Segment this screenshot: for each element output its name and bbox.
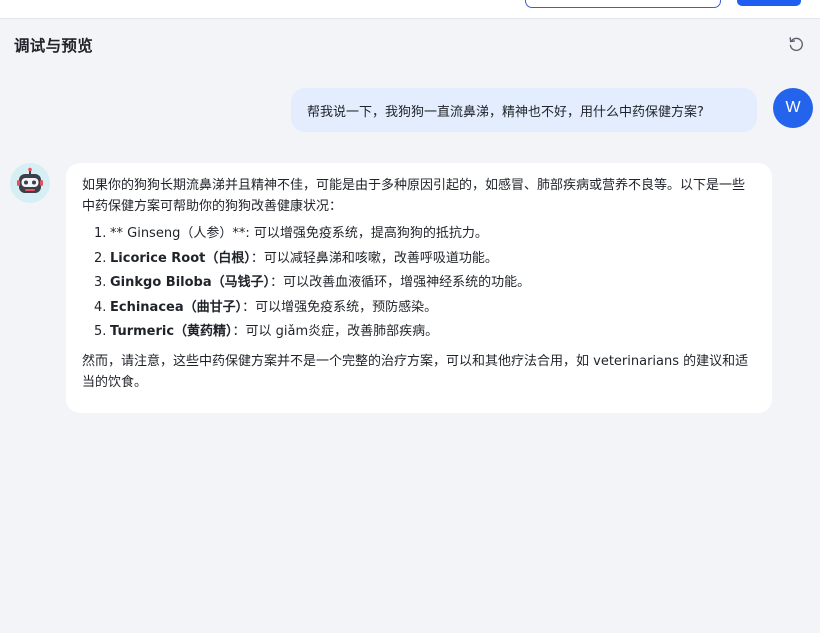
list-item-number: 5. (94, 324, 107, 339)
list-item-number: 3. (94, 275, 107, 290)
bot-message-bubble: 如果你的狗狗长期流鼻涕并且精神不佳，可能是由于多种原因引起的，如感冒、肺部疾病或… (66, 163, 772, 413)
page-title: 调试与预览 (14, 37, 94, 55)
list-item-desc: : 可以增强免疫系统，提高狗狗的抵抗力。 (245, 226, 488, 241)
bot-avatar (10, 163, 50, 203)
bot-intro-text: 如果你的狗狗长期流鼻涕并且精神不佳，可能是由于多种原因引起的，如感冒、肺部疾病或… (82, 178, 746, 214)
refresh-icon[interactable] (787, 35, 805, 53)
top-search-input[interactable] (525, 0, 721, 8)
list-item-number: 4. (94, 299, 107, 315)
list-item: 5. Turmeric（黄药精）：可以 giǎm炎症，改善肺部疾病。 (94, 320, 756, 345)
bot-outro-text: 然而，请注意，这些中药保健方案并不是一个完整的治疗方案，可以和其他疗法合用，如 … (82, 353, 749, 390)
user-avatar-letter: W (785, 99, 801, 116)
user-message-bubble: 帮我说一下，我狗狗一直流鼻涕，精神也不好，用什么中药保健方案? (291, 88, 757, 132)
user-avatar: W (773, 88, 813, 128)
list-item-desc: ：可以增强免疫系统，预防感染。 (242, 299, 438, 315)
herb-list: 1. ** Ginseng（人参）**: 可以增强免疫系统，提高狗狗的抵抗力。 2… (82, 222, 756, 345)
list-item-name: Echinacea（曲甘子） (110, 299, 243, 315)
list-item: 4. Echinacea（曲甘子）：可以增强免疫系统，预防感染。 (94, 296, 756, 321)
list-item: 3. Ginkgo Biloba（马钱子）：可以改善血液循环，增强神经系统的功能。 (94, 271, 756, 296)
list-item-desc: ：可以 giǎm炎症，改善肺部疾病。 (232, 324, 439, 339)
user-message-text: 帮我说一下，我狗狗一直流鼻涕，精神也不好，用什么中药保健方案? (307, 104, 704, 120)
list-item-number: 2. (94, 250, 107, 266)
list-item-name: Ginkgo Biloba（马钱子） (110, 275, 271, 290)
list-item-desc: ：可以改善血液循环，增强神经系统的功能。 (270, 275, 531, 290)
list-item-name: Licorice Root（白根） (110, 250, 251, 266)
list-item-name: Turmeric（黄药精） (110, 324, 233, 339)
list-item-name: ** Ginseng（人参）** (110, 226, 246, 241)
debug-preview-header: 调试与预览 (0, 20, 820, 68)
list-item-number: 1. (94, 226, 107, 241)
robot-icon (17, 167, 43, 193)
top-toolbar (0, 0, 820, 19)
top-action-button[interactable] (737, 0, 801, 6)
list-item: 2. Licorice Root（白根）：可以减轻鼻涕和咳嗽，改善呼吸道功能。 (94, 247, 756, 272)
list-item: 1. ** Ginseng（人参）**: 可以增强免疫系统，提高狗狗的抵抗力。 (94, 222, 756, 247)
list-item-desc: ：可以减轻鼻涕和咳嗽，改善呼吸道功能。 (250, 250, 498, 266)
